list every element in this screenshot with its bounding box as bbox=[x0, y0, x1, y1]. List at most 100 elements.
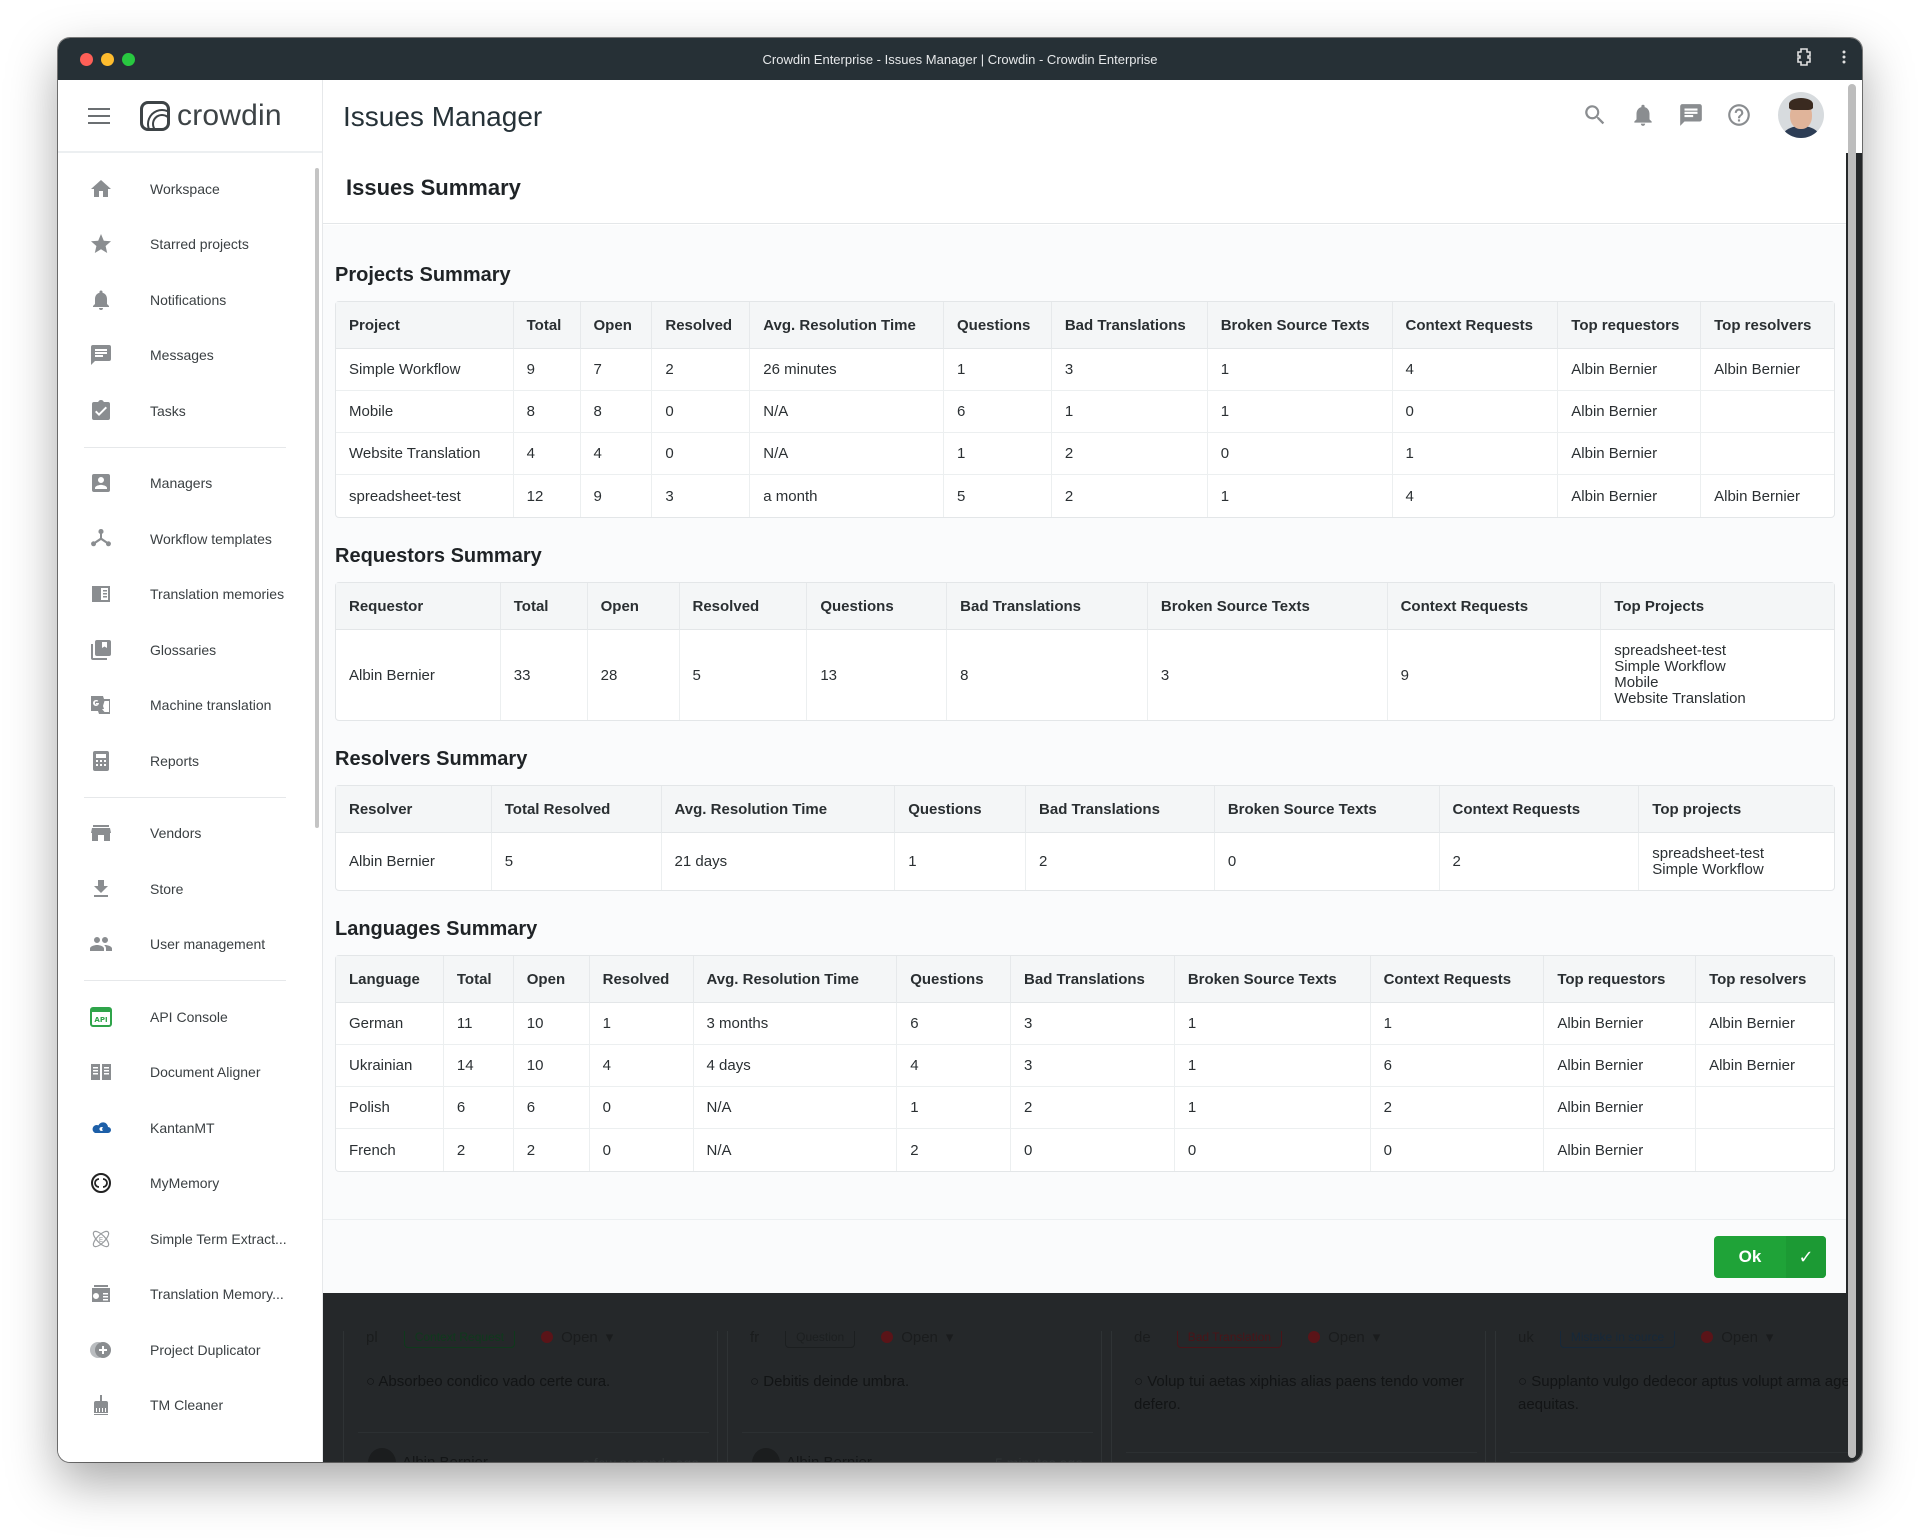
status-dot-icon bbox=[1701, 1331, 1714, 1343]
issue-comment-text: Debitis deinde umbra. bbox=[763, 1373, 910, 1390]
help-icon[interactable] bbox=[1726, 102, 1752, 128]
sidebar-item-messages[interactable]: Messages bbox=[58, 328, 322, 384]
table-cell: 13 bbox=[807, 630, 948, 720]
dialog-body: Projects Summary Project Total Open Resolve… bbox=[323, 225, 1846, 1219]
requestors-summary-title: Requestors Summary bbox=[335, 545, 542, 567]
sidebar-item-label: Tasks bbox=[150, 402, 186, 419]
sidebar-item-translation-memories[interactable]: Translation memories bbox=[58, 567, 322, 623]
table-cell: N/A bbox=[750, 433, 944, 475]
issue-status-dropdown[interactable]: Open ▾ bbox=[1308, 1331, 1380, 1346]
sidebar-item-label: Store bbox=[150, 880, 184, 897]
top-project-item: Simple Workflow bbox=[1614, 658, 1726, 675]
minimize-window-button[interactable] bbox=[101, 53, 114, 66]
column-header: Questions bbox=[944, 302, 1052, 349]
issue-status-dropdown[interactable]: Open ▾ bbox=[881, 1331, 953, 1346]
more-menu-icon[interactable] bbox=[1842, 50, 1846, 69]
sidebar-item-tasks[interactable]: Tasks bbox=[58, 383, 322, 439]
sidebar-item-document-aligner[interactable]: Document Aligner bbox=[58, 1045, 322, 1101]
sidebar-item-machine-translation[interactable]: Machine translation bbox=[58, 678, 322, 734]
sidebar-item-translation-memory[interactable]: Translation Memory... bbox=[58, 1267, 322, 1323]
page-scrollbar[interactable] bbox=[1848, 84, 1856, 1458]
table-cell: 8 bbox=[947, 630, 1148, 720]
sidebar-item-api-console[interactable]: API API Console bbox=[58, 989, 322, 1045]
table-cell: 7 bbox=[580, 349, 653, 391]
issue-comment: ○ Debitis deinde umbra. bbox=[750, 1370, 1089, 1393]
sidebar-item-project-duplicator[interactable]: Project Duplicator bbox=[58, 1322, 322, 1378]
sidebar-header: crowdin bbox=[58, 80, 322, 153]
sidebar-item-vendors[interactable]: Vendors bbox=[58, 806, 322, 862]
issue-language: uk bbox=[1518, 1331, 1534, 1346]
maximize-window-button[interactable] bbox=[122, 53, 135, 66]
sidebar-item-mymemory[interactable]: MyMemory bbox=[58, 1156, 322, 1212]
sidebar-item-workflow-templates[interactable]: Workflow templates bbox=[58, 511, 322, 567]
issue-status-label: Open bbox=[1328, 1331, 1365, 1346]
column-header: Resolved bbox=[679, 583, 808, 630]
table-cell: 9 bbox=[513, 349, 581, 391]
table-cell: 1 bbox=[944, 349, 1052, 391]
bell-icon bbox=[88, 287, 114, 313]
sidebar-item-workspace[interactable]: Workspace bbox=[58, 161, 322, 217]
close-window-button[interactable] bbox=[80, 53, 93, 66]
comment-icon: ○ bbox=[750, 1373, 764, 1390]
column-header: Resolver bbox=[336, 786, 492, 833]
projects-summary-title: Projects Summary bbox=[335, 264, 511, 286]
table-cell: Albin Bernier bbox=[1558, 391, 1702, 433]
crowdin-logo[interactable]: crowdin bbox=[140, 99, 282, 133]
issue-card[interactable]: uk Mistake in source Open ▾ ○ Supplanto vulg… bbox=[1495, 1331, 1848, 1462]
sidebar-item-label: Managers bbox=[150, 475, 213, 492]
table-cell: 1 bbox=[944, 433, 1052, 475]
table-cell: N/A bbox=[750, 391, 944, 433]
column-header: Bad Translations bbox=[1026, 786, 1215, 833]
extensions-icon[interactable] bbox=[1796, 48, 1812, 71]
table-row: French 2 2 0 N/A 2 0 0 0 Albin Bernier bbox=[336, 1129, 1834, 1171]
issue-status-dropdown[interactable]: Open ▾ bbox=[1701, 1331, 1773, 1346]
column-header: Bad Translations bbox=[1011, 956, 1175, 1003]
table-cell: 1 bbox=[1051, 391, 1208, 433]
notifications-bell-icon[interactable] bbox=[1630, 102, 1656, 128]
table-cell: 4 bbox=[897, 1045, 1012, 1087]
hamburger-menu-icon[interactable] bbox=[88, 107, 110, 124]
column-header: Requestor bbox=[336, 583, 501, 630]
sidebar-item-store[interactable]: Store bbox=[58, 861, 322, 917]
table-cell: spreadsheet-test bbox=[336, 475, 514, 517]
ok-button[interactable]: Ok ✓ bbox=[1714, 1236, 1826, 1278]
issue-status-dropdown[interactable]: Open ▾ bbox=[541, 1331, 613, 1346]
user-avatar bbox=[752, 1447, 780, 1462]
table-cell: 0 bbox=[1215, 833, 1440, 890]
column-header: Questions bbox=[807, 583, 948, 630]
sidebar-item-label: API Console bbox=[150, 1008, 228, 1025]
sidebar-item-simple-term-extract[interactable]: E Simple Term Extract... bbox=[58, 1211, 322, 1267]
calculator-icon bbox=[88, 748, 114, 774]
search-icon[interactable] bbox=[1582, 102, 1608, 128]
issue-card[interactable]: pl Context Request Open ▾ ○ Absorbeo condico… bbox=[343, 1331, 718, 1462]
issue-comment: ○ Supplanto vulgo dedecor aptus volupt a… bbox=[1518, 1370, 1848, 1416]
table-cell: 1 bbox=[1174, 1003, 1371, 1045]
sidebar-item-user-management[interactable]: User management bbox=[58, 917, 322, 973]
column-header: Avg. Resolution Time bbox=[661, 786, 896, 833]
resolvers-summary-table: Resolver Total Resolved Avg. Resolution Ti… bbox=[335, 785, 1835, 891]
sidebar-item-starred-projects[interactable]: Starred projects bbox=[58, 217, 322, 273]
table-row: German 11 10 1 3 months 6 3 1 1 Albin Bernier Albi… bbox=[336, 1003, 1834, 1045]
sidebar-item-glossaries[interactable]: Glossaries bbox=[58, 622, 322, 678]
column-header: Total bbox=[500, 583, 588, 630]
table-cell: 1 bbox=[895, 833, 1027, 890]
sidebar-item-managers[interactable]: Managers bbox=[58, 456, 322, 512]
status-dot-icon bbox=[881, 1331, 894, 1343]
user-avatar[interactable] bbox=[1778, 92, 1824, 138]
sidebar-item-kantanmt[interactable]: KantanMT bbox=[58, 1100, 322, 1156]
sidebar-scrollbar[interactable] bbox=[315, 168, 319, 828]
table-cell: Albin Bernier bbox=[1696, 1045, 1834, 1087]
issue-card[interactable]: fr Question Open ▾ ○ Debitis deinde umbra. Al… bbox=[727, 1331, 1102, 1462]
comment-icon: ○ bbox=[1134, 1373, 1148, 1390]
issue-status-label: Open bbox=[1721, 1331, 1758, 1346]
window-controls bbox=[80, 53, 135, 66]
sidebar-item-reports[interactable]: Reports bbox=[58, 733, 322, 789]
table-cell: 0 bbox=[652, 433, 751, 475]
issue-type-tag: Question bbox=[785, 1331, 856, 1348]
sidebar-item-tm-cleaner[interactable]: TM Cleaner bbox=[58, 1378, 322, 1434]
messages-icon[interactable] bbox=[1678, 102, 1704, 128]
sidebar-item-notifications[interactable]: Notifications bbox=[58, 272, 322, 328]
table-cell bbox=[1701, 391, 1834, 433]
table-cell: 28 bbox=[588, 630, 680, 720]
issue-card[interactable]: de Bad Translation Open ▾ ○ Volup tui aetas … bbox=[1111, 1331, 1486, 1462]
